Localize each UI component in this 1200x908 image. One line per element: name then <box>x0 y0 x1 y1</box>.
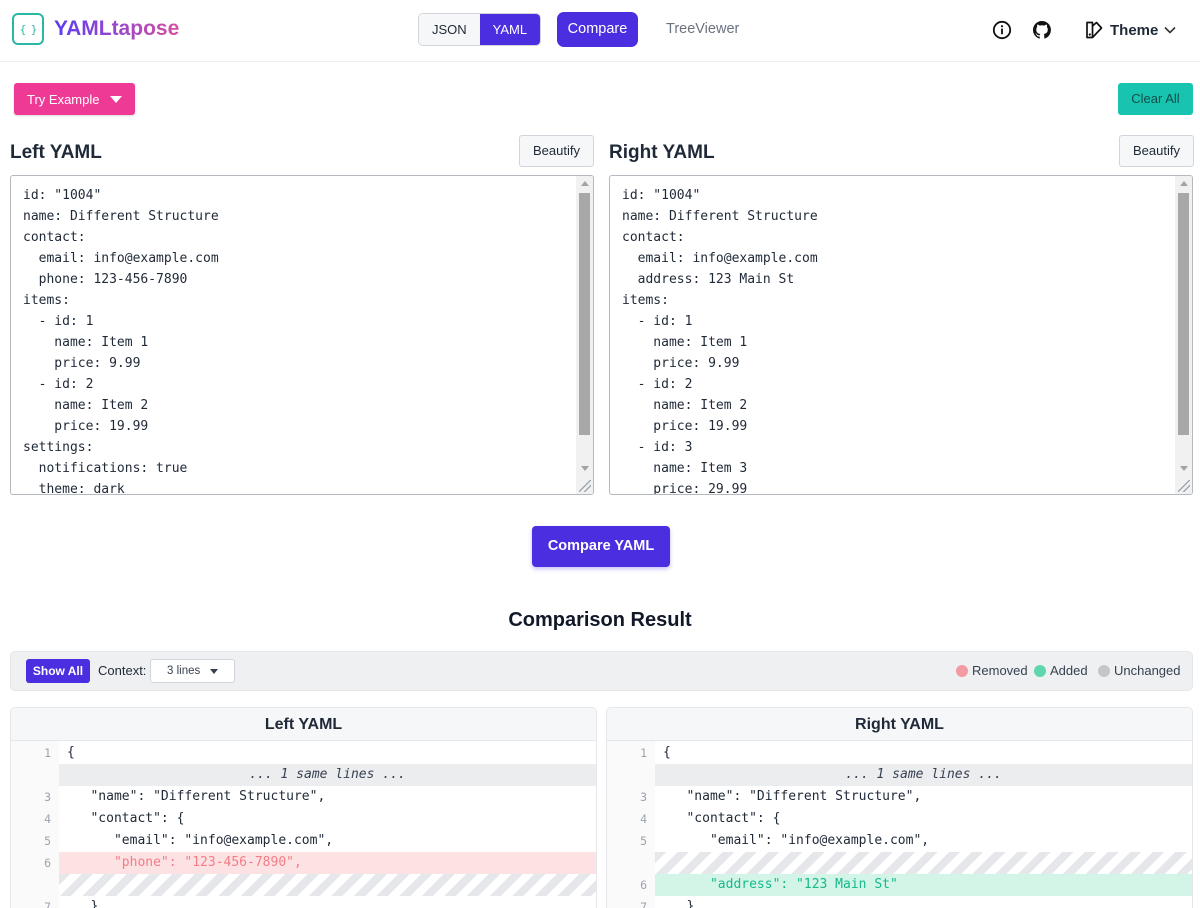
left-editor-title: Left YAML <box>10 142 102 163</box>
line-number: 6 <box>44 856 51 870</box>
caret-down-icon <box>110 95 123 103</box>
scroll-down-arrow-icon[interactable] <box>581 466 589 471</box>
mode-json-button[interactable]: JSON <box>419 14 480 45</box>
scroll-down-arrow-icon[interactable] <box>1180 466 1188 471</box>
diff-line: 1{ <box>607 742 1192 764</box>
app-header: { } YAMLtapose JSON YAML Compare TreeVie… <box>0 0 1200 62</box>
line-number: 7 <box>44 900 51 908</box>
right-yaml-editor[interactable]: id: "1004" name: Different Structure con… <box>609 175 1193 495</box>
line-number: 5 <box>640 834 647 848</box>
diff-line: 4 "contact": { <box>11 808 596 830</box>
right-editor-scrollbar[interactable] <box>1175 176 1192 494</box>
scroll-thumb[interactable] <box>579 193 590 435</box>
context-select[interactable]: 3 lines <box>150 659 235 683</box>
diff-code: "name": "Different Structure", <box>663 789 922 804</box>
chevron-down-icon <box>1164 26 1176 34</box>
diff-code: "contact": { <box>663 811 781 826</box>
line-number: 3 <box>640 790 647 804</box>
diff-line: 7 }, <box>607 896 1192 908</box>
line-number: 1 <box>640 746 647 760</box>
legend-unchanged-label: Unchanged <box>1114 663 1181 678</box>
legend-added-label: Added <box>1050 663 1088 678</box>
line-number: 5 <box>44 834 51 848</box>
diff-code: { <box>663 745 671 760</box>
left-editor-scrollbar[interactable] <box>576 176 593 494</box>
removed-dot-icon <box>956 664 968 677</box>
diff-code: "email": "info@example.com", <box>663 833 930 848</box>
diff-code: "name": "Different Structure", <box>67 789 326 804</box>
github-icon[interactable] <box>1032 20 1052 40</box>
diff-line: 5 "email": "info@example.com", <box>607 830 1192 852</box>
format-toggle: JSON YAML <box>418 13 542 46</box>
right-editor-title: Right YAML <box>609 142 715 163</box>
resize-grip-icon[interactable] <box>1178 480 1190 492</box>
left-yaml-editor[interactable]: id: "1004" name: Different Structure con… <box>10 175 594 495</box>
scroll-up-arrow-icon[interactable] <box>581 181 589 186</box>
show-all-button[interactable]: Show All <box>26 659 90 683</box>
diff-line: 7 }, <box>11 896 596 908</box>
left-diff-title: Left YAML <box>11 708 596 741</box>
diff-controls: Show All Context: 3 lines Removed Added … <box>10 651 1193 691</box>
mode-yaml-button[interactable]: YAML <box>479 14 541 45</box>
clear-all-button[interactable]: Clear All <box>1118 83 1193 115</box>
line-number: 7 <box>640 900 647 908</box>
left-beautify-button[interactable]: Beautify <box>519 135 594 167</box>
diff-added-row: "address": "123 Main St" <box>655 874 1192 896</box>
right-diff-title: Right YAML <box>607 708 1192 741</box>
legend-unchanged: Unchanged <box>1098 663 1181 678</box>
try-example-label: Try Example <box>27 91 100 107</box>
diff-code: { <box>67 745 75 760</box>
theme-button[interactable]: Theme <box>1084 20 1182 40</box>
legend-removed-label: Removed <box>972 663 1028 678</box>
collapsed-lines-row[interactable]: ... 1 same lines ... <box>655 764 1192 786</box>
right-beautify-button[interactable]: Beautify <box>1119 135 1194 167</box>
diff-code: "phone": "123-456-7890", <box>67 855 302 870</box>
left-yaml-text[interactable]: id: "1004" name: Different Structure con… <box>23 185 219 494</box>
app-name: YAMLtapose <box>54 17 180 40</box>
theme-label: Theme <box>1110 21 1159 39</box>
braces-icon: { } <box>12 13 44 45</box>
added-dot-icon <box>1034 664 1046 677</box>
diff-line: 4 "contact": { <box>607 808 1192 830</box>
diff-placeholder-row <box>655 852 1192 874</box>
diff-code: "contact": { <box>67 811 185 826</box>
diff-removed-row: "phone": "123-456-7890", <box>59 852 596 874</box>
resize-grip-icon[interactable] <box>579 480 591 492</box>
caret-down-icon <box>210 669 218 674</box>
scroll-thumb[interactable] <box>1178 193 1189 435</box>
left-diff-pane: Left YAML 1{... 1 same lines ... 3 "name"… <box>10 707 597 908</box>
right-diff-pane: Right YAML 1{... 1 same lines ... 3 "name… <box>606 707 1193 908</box>
line-number: 4 <box>640 812 647 826</box>
diff-code: }, <box>663 899 703 908</box>
legend-removed: Removed <box>956 663 1028 678</box>
scroll-up-arrow-icon[interactable] <box>1180 181 1188 186</box>
nav-compare[interactable]: Compare <box>557 12 638 47</box>
app-logo[interactable]: { } YAMLtapose <box>12 13 179 45</box>
diff-line: 5 "email": "info@example.com", <box>11 830 596 852</box>
collapsed-lines-row[interactable]: ... 1 same lines ... <box>59 764 596 786</box>
diff-line: 3 "name": "Different Structure", <box>607 786 1192 808</box>
diff-code: }, <box>67 899 107 908</box>
line-number: 4 <box>44 812 51 826</box>
palette-icon <box>1086 21 1103 39</box>
diff-code: "email": "info@example.com", <box>67 833 334 848</box>
context-value: 3 lines <box>167 665 201 677</box>
diff-code: "address": "123 Main St" <box>663 877 898 892</box>
nav-tree-viewer[interactable]: TreeViewer <box>666 12 739 47</box>
unchanged-dot-icon <box>1098 664 1110 677</box>
legend-added: Added <box>1034 663 1088 678</box>
diff-line: 1{ <box>11 742 596 764</box>
line-number: 1 <box>44 746 51 760</box>
try-example-button[interactable]: Try Example <box>14 83 135 115</box>
line-number: 3 <box>44 790 51 804</box>
diff-line: 3 "name": "Different Structure", <box>11 786 596 808</box>
diff-placeholder-row <box>59 874 596 896</box>
comparison-result-title: Comparison Result <box>508 609 692 631</box>
line-number: 6 <box>640 878 647 892</box>
context-label: Context: <box>98 663 147 678</box>
compare-yaml-button[interactable]: Compare YAML <box>532 526 670 567</box>
right-yaml-text[interactable]: id: "1004" name: Different Structure con… <box>622 185 818 494</box>
info-icon[interactable] <box>992 20 1012 40</box>
